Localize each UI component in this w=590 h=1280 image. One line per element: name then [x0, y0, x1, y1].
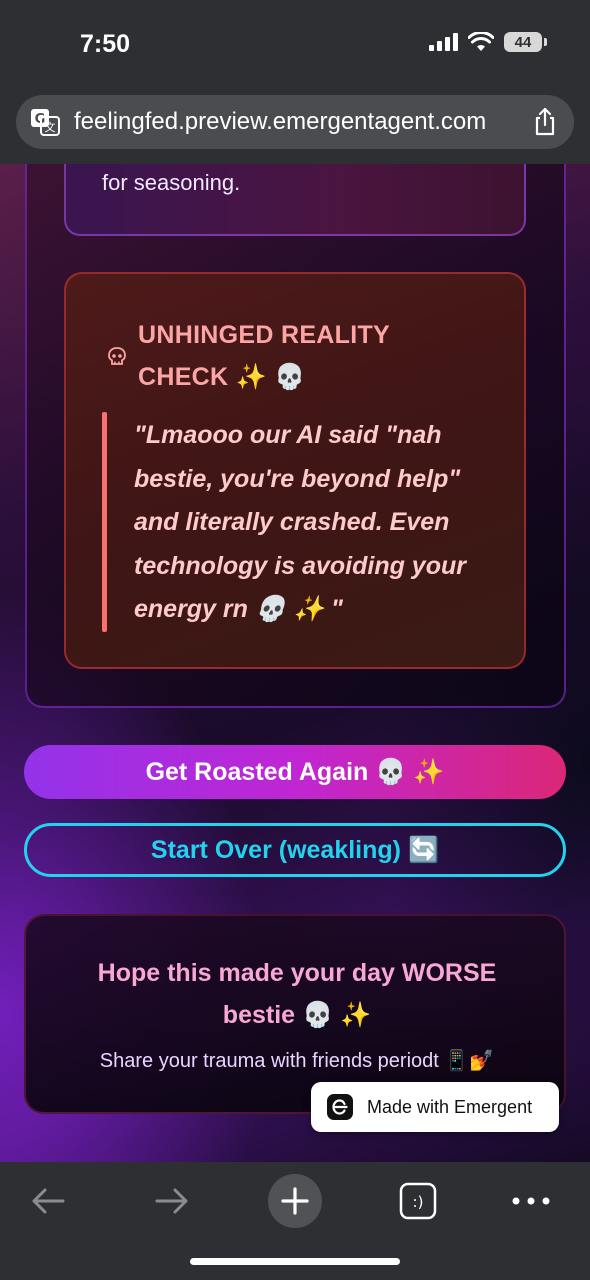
- wifi-icon: [468, 32, 494, 51]
- url-bar[interactable]: G 文 feelingfed.preview.emergentagent.com: [16, 95, 574, 149]
- tabs-button[interactable]: :): [397, 1174, 439, 1228]
- battery-icon: 44: [504, 32, 547, 52]
- seasoning-text: for seasoning.: [102, 170, 241, 195]
- back-button[interactable]: [26, 1174, 70, 1228]
- tabs-icon: :): [399, 1182, 437, 1220]
- url-text[interactable]: feelingfed.preview.emergentagent.com: [74, 108, 524, 136]
- reality-check-title: UNHINGED REALITY CHECK ✨ 💀: [138, 321, 390, 391]
- seasoning-card: for seasoning.: [64, 164, 526, 236]
- ellipsis-icon: [512, 1197, 550, 1205]
- quote-accent-bar: [102, 412, 107, 632]
- share-icon[interactable]: [530, 107, 560, 137]
- start-over-button[interactable]: Start Over (weakling) 🔄: [24, 823, 566, 877]
- svg-text:文: 文: [45, 120, 56, 134]
- status-icons: 44: [429, 32, 547, 52]
- arrow-right-icon: [155, 1188, 188, 1214]
- new-tab-button[interactable]: [268, 1174, 322, 1228]
- closing-subtitle: Share your trauma with friends periodt 📱…: [99, 1050, 495, 1072]
- forward-button[interactable]: [150, 1174, 194, 1228]
- closing-title: Hope this made your day WORSE bestie 💀 ✨: [97, 959, 497, 1029]
- browser-url-area: G 文 feelingfed.preview.emergentagent.com: [0, 88, 590, 164]
- arrow-left-icon: [32, 1188, 65, 1214]
- more-menu-button[interactable]: [508, 1174, 554, 1228]
- emergent-logo-icon: [327, 1094, 353, 1120]
- skull-icon: [108, 347, 126, 365]
- status-time: 7:50: [80, 30, 131, 58]
- get-roasted-again-button[interactable]: Get Roasted Again 💀 ✨: [24, 745, 566, 799]
- roast-quote: "Lmaooo our AI said "nah bestie, you're …: [134, 421, 466, 623]
- signal-icon: [429, 33, 458, 51]
- status-bar: 7:50 44: [0, 0, 590, 88]
- translate-icon[interactable]: G 文: [30, 108, 60, 136]
- plus-icon: [281, 1187, 309, 1215]
- badge-label: Made with Emergent: [367, 1096, 533, 1117]
- made-with-emergent-badge[interactable]: Made with Emergent: [311, 1082, 559, 1132]
- web-page: for seasoning. UNHINGED REALITY CHECK ✨ …: [0, 164, 590, 1162]
- browser-toolbar: :): [0, 1162, 590, 1280]
- reality-check-card: UNHINGED REALITY CHECK ✨ 💀 "Lmaooo our A…: [64, 272, 526, 669]
- svg-text::): :): [413, 1193, 424, 1211]
- home-indicator[interactable]: [190, 1258, 400, 1265]
